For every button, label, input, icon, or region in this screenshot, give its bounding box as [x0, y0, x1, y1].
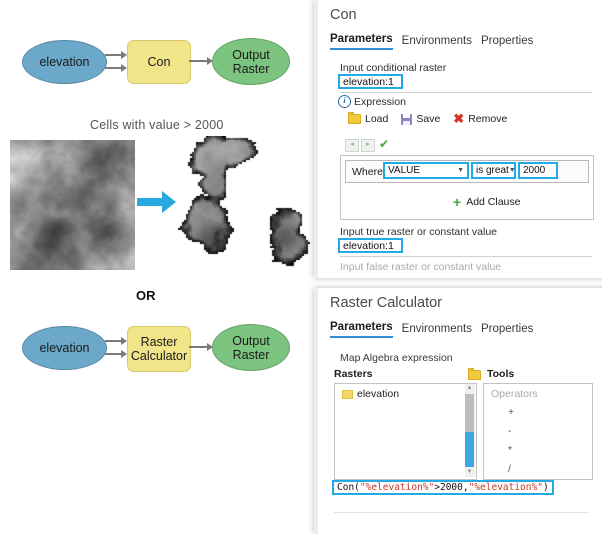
diagram-column: elevation Con Output Raster Cells with v… — [0, 0, 312, 534]
model-input-elevation-top: elevation — [22, 40, 107, 84]
remove-expression-button[interactable]: ✖ Remove — [453, 111, 508, 126]
raster-caption: Cells with value > 2000 — [90, 118, 224, 132]
folder-open-icon — [348, 111, 361, 124]
tab-properties-con[interactable]: Properties — [481, 35, 533, 50]
operator-multiply[interactable]: * — [508, 444, 512, 456]
label-input-conditional-raster: Input conditional raster — [340, 62, 447, 74]
output-extracted-cells-image — [168, 136, 312, 278]
expression-header: i Expression — [338, 95, 406, 108]
floppy-disk-icon — [401, 113, 413, 125]
formula-arg2: "%elevation%" — [468, 482, 543, 493]
clause-field-combobox[interactable]: VALUE ▼ — [383, 162, 469, 179]
label-input-false-raster: Input false raster or constant value — [340, 261, 502, 273]
model-input-label: elevation — [39, 55, 90, 69]
model-input-label-2: elevation — [39, 341, 90, 355]
save-expression-button[interactable]: Save — [401, 113, 440, 125]
red-x-icon: ✖ — [453, 111, 465, 126]
formula-mid: >2000, — [434, 482, 469, 493]
model-tool-label: Con — [147, 54, 171, 69]
raster-list-item-elevation[interactable]: elevation — [342, 388, 399, 400]
tab-parameters-con[interactable]: Parameters — [330, 33, 393, 50]
panel-title-con: Con — [330, 7, 357, 23]
map-algebra-formula-field[interactable]: Con("%elevation%" >2000, "%elevation%") — [332, 480, 554, 495]
expression-label: Expression — [354, 95, 406, 108]
panel-title-rc: Raster Calculator — [330, 295, 443, 311]
label-input-true-raster: Input true raster or constant value — [340, 226, 498, 238]
rasters-scroll-thumb-active[interactable] — [465, 432, 474, 467]
operators-placeholder: Operators — [491, 388, 538, 400]
clause-prev-button[interactable]: ◂ — [345, 139, 359, 152]
input-conditional-raster-field[interactable]: elevation:1 — [338, 74, 403, 89]
connector-line-b1 — [105, 340, 122, 342]
formula-arg1: "%elevation%" — [359, 482, 435, 493]
operator-plus[interactable]: + — [508, 406, 514, 418]
folder-open-icon-tools — [468, 367, 481, 380]
load-label: Load — [365, 113, 389, 125]
expression-command-bar: Load Save ✖ Remove — [348, 111, 508, 126]
raster-calculator-panel: Raster Calculator Parameters Environment… — [314, 288, 602, 534]
clause-value-field[interactable]: 2000 — [518, 162, 558, 179]
operator-divide[interactable]: / — [508, 463, 511, 475]
connector-line-b3 — [189, 346, 208, 348]
tab-properties-rc[interactable]: Properties — [481, 323, 533, 338]
model-output-raster-top: Output Raster — [212, 38, 290, 85]
tab-environments-con[interactable]: Environments — [402, 35, 472, 50]
tools-label: Tools — [487, 368, 515, 380]
add-clause-button[interactable]: + Add Clause — [453, 194, 521, 210]
input-dem-raster-image — [10, 140, 135, 270]
formula-divider — [334, 512, 589, 513]
model-output-label: Output Raster — [232, 47, 270, 76]
info-icon: i — [338, 95, 351, 108]
input-true-raster-field[interactable]: elevation:1 — [338, 238, 403, 253]
clause-operator-value: is great — [476, 165, 509, 176]
input-false-raster-field[interactable] — [340, 275, 592, 278]
chevron-down-icon-field: ▼ — [457, 167, 464, 174]
map-algebra-expression-label: Map Algebra expression — [340, 352, 453, 364]
scroll-up-arrow-icon[interactable]: ▲ — [465, 384, 474, 393]
rc-tab-row: Parameters Environments Properties — [330, 321, 533, 338]
load-expression-button[interactable]: Load — [348, 111, 389, 125]
plus-icon: + — [453, 194, 462, 210]
formula-prefix: Con( — [337, 482, 360, 493]
model-tool-label-2: Raster Calculator — [130, 334, 188, 363]
clause-field-value: VALUE — [388, 165, 421, 176]
raster-layer-icon — [342, 389, 353, 399]
operator-minus[interactable]: - — [508, 425, 512, 437]
validate-expression-icon[interactable]: ✔ — [379, 138, 389, 150]
formula-suffix: ) — [542, 482, 549, 493]
model-output-label-2: Output Raster — [232, 333, 270, 362]
raster-item-label: elevation — [357, 388, 400, 400]
scroll-down-arrow-icon[interactable]: ▼ — [465, 468, 474, 477]
where-label: Where — [352, 166, 383, 178]
tab-parameters-rc[interactable]: Parameters — [330, 321, 393, 338]
remove-label: Remove — [468, 113, 508, 125]
model-input-elevation-bottom: elevation — [22, 326, 107, 370]
connector-line-a1 — [105, 54, 122, 56]
save-label: Save — [416, 113, 441, 125]
chevron-down-icon-operator: ▼ — [508, 167, 516, 174]
add-clause-label: Add Clause — [466, 196, 521, 208]
transform-arrow-shaft — [137, 198, 163, 206]
con-tool-panel: Con Parameters Environments Properties I… — [314, 0, 602, 278]
model-output-raster-bottom: Output Raster — [212, 324, 290, 371]
connector-line-a2 — [105, 67, 122, 69]
or-label: OR — [136, 288, 156, 303]
model-tool-con: Con — [127, 40, 191, 84]
rasters-label: Rasters — [334, 368, 373, 380]
connector-line-b2 — [105, 353, 122, 355]
rasters-scroll-thumb[interactable] — [465, 394, 474, 432]
con-tab-row: Parameters Environments Properties — [330, 33, 533, 50]
connector-line-a3 — [189, 60, 208, 62]
clause-operator-combobox[interactable]: is great ▼ — [471, 162, 516, 179]
clause-next-button[interactable]: ▸ — [361, 139, 375, 152]
tab-environments-rc[interactable]: Environments — [402, 323, 472, 338]
model-tool-raster-calculator: Raster Calculator — [127, 326, 191, 372]
